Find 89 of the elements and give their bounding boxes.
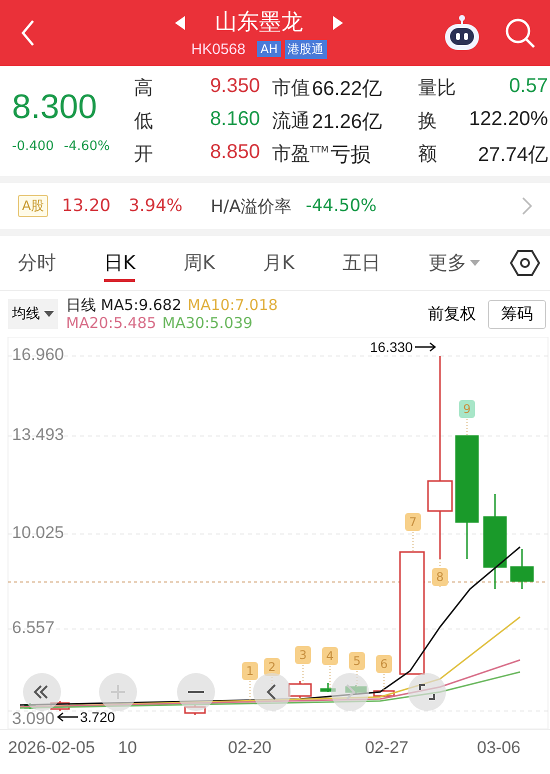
candlestick	[510, 549, 534, 589]
period-tab[interactable]: 分时	[18, 244, 56, 282]
stat-label: 市值	[272, 76, 310, 100]
date-label: 02-27	[365, 738, 408, 758]
moving-average-value: MA30:5.039	[162, 314, 253, 332]
stat-label: 高	[134, 76, 153, 100]
price-change: -0.400	[12, 139, 54, 154]
high-price-note: 16.330	[370, 339, 413, 355]
period-tab[interactable]: 周K	[183, 244, 215, 282]
caret-icon	[44, 311, 54, 317]
signal-marker: 8	[432, 568, 448, 586]
previous-icon[interactable]	[175, 16, 185, 30]
signal-marker: 4	[322, 647, 338, 665]
fullscreen-icon	[417, 682, 437, 702]
stat-label: 流通	[272, 108, 310, 134]
chips-button[interactable]: 筹码	[488, 300, 546, 328]
premium-label: H/A溢价率	[210, 196, 292, 218]
indicator-dropdown[interactable]: 均线	[8, 299, 58, 329]
date-label: 10	[118, 738, 137, 758]
arrow-icon	[414, 342, 437, 352]
stat-value: 8.160	[210, 108, 260, 132]
axis-label: 3.090	[12, 709, 55, 729]
settings-icon[interactable]	[510, 249, 540, 277]
stat-label: 低	[134, 108, 153, 134]
signal-marker: 5	[349, 652, 365, 670]
period-tab[interactable]: 更多	[428, 244, 480, 282]
zoom-in-button[interactable]	[99, 673, 137, 711]
leader-line	[412, 532, 414, 552]
market-tag: 港股通	[284, 40, 327, 58]
leader-line	[466, 418, 468, 436]
leader-line	[302, 664, 304, 684]
zoom-out-icon	[188, 690, 204, 694]
low-price-note: 3.720	[80, 709, 116, 725]
signal-marker: 3	[295, 646, 311, 664]
stat-value: 亏损	[330, 142, 371, 168]
stat-label: 开	[134, 142, 153, 166]
moving-average-value: 日线 MA5:9.682	[66, 296, 182, 314]
adjust-toggle[interactable]: 前复权	[422, 302, 482, 326]
stat-label: 量比	[418, 76, 456, 100]
stat-value: 21.26亿	[312, 110, 382, 134]
period-tab[interactable]: 月K	[262, 244, 294, 282]
axis-label: 10.025	[12, 523, 64, 543]
stat-label: 额	[418, 142, 437, 166]
back-icon[interactable]	[20, 19, 36, 47]
stat-value: 27.74亿	[478, 142, 548, 168]
axis-label: 16.960	[12, 345, 64, 365]
market-tag: AH	[257, 41, 281, 57]
axis-label: 6.557	[12, 618, 55, 638]
zoom-in-icon	[108, 682, 128, 702]
left-button[interactable]	[253, 673, 291, 711]
date-label: 03-06	[477, 738, 520, 758]
stat-value: 9.350	[210, 74, 260, 98]
a-share-price: 13.20	[62, 196, 111, 216]
signal-marker: 6	[376, 655, 392, 673]
stock-code: HK0568	[191, 40, 246, 58]
caret-icon	[470, 260, 480, 266]
stat-value: 0.57	[509, 74, 548, 98]
right-button[interactable]	[331, 673, 369, 711]
last-price: 8.300	[12, 88, 98, 127]
next-icon[interactable]	[333, 16, 343, 30]
date-label: 02-20	[228, 738, 272, 758]
stat-value: 122.20%	[469, 108, 548, 132]
moving-average-value: MA10:7.018	[188, 296, 278, 314]
stat-label: 市盈$^{TTM}$	[272, 142, 329, 166]
arrow-icon	[56, 712, 78, 722]
candlestick	[288, 681, 312, 698]
a-share-tag: A股	[18, 195, 48, 217]
period-tab[interactable]: 日K	[104, 244, 136, 282]
premium-value: -44.50%	[306, 196, 377, 216]
candlestick	[373, 690, 395, 697]
rewind-button[interactable]	[23, 673, 61, 711]
signal-marker: 2	[264, 658, 280, 676]
axis-label: 13.493	[12, 425, 64, 445]
stat-value: 8.850	[210, 140, 260, 164]
signal-marker: 1	[242, 662, 258, 680]
date-label: 2026-02-05	[8, 738, 95, 758]
stock-title: 山东墨龙	[215, 8, 303, 36]
stat-value: 66.22亿	[312, 76, 382, 102]
percent-change: -4.60%	[64, 139, 110, 154]
stat-label: 换	[418, 108, 437, 134]
period-tab[interactable]: 五日	[342, 244, 380, 282]
search-icon[interactable]	[504, 17, 536, 49]
moving-average-value: MA20:5.485	[66, 314, 156, 332]
signal-marker: 9	[459, 400, 475, 418]
a-share-percent: 3.94%	[128, 196, 183, 216]
fullscreen-button[interactable]	[408, 673, 446, 711]
zoom-out-button[interactable]	[177, 673, 215, 711]
robot-icon[interactable]	[442, 13, 482, 53]
signal-marker: 7	[405, 513, 421, 531]
